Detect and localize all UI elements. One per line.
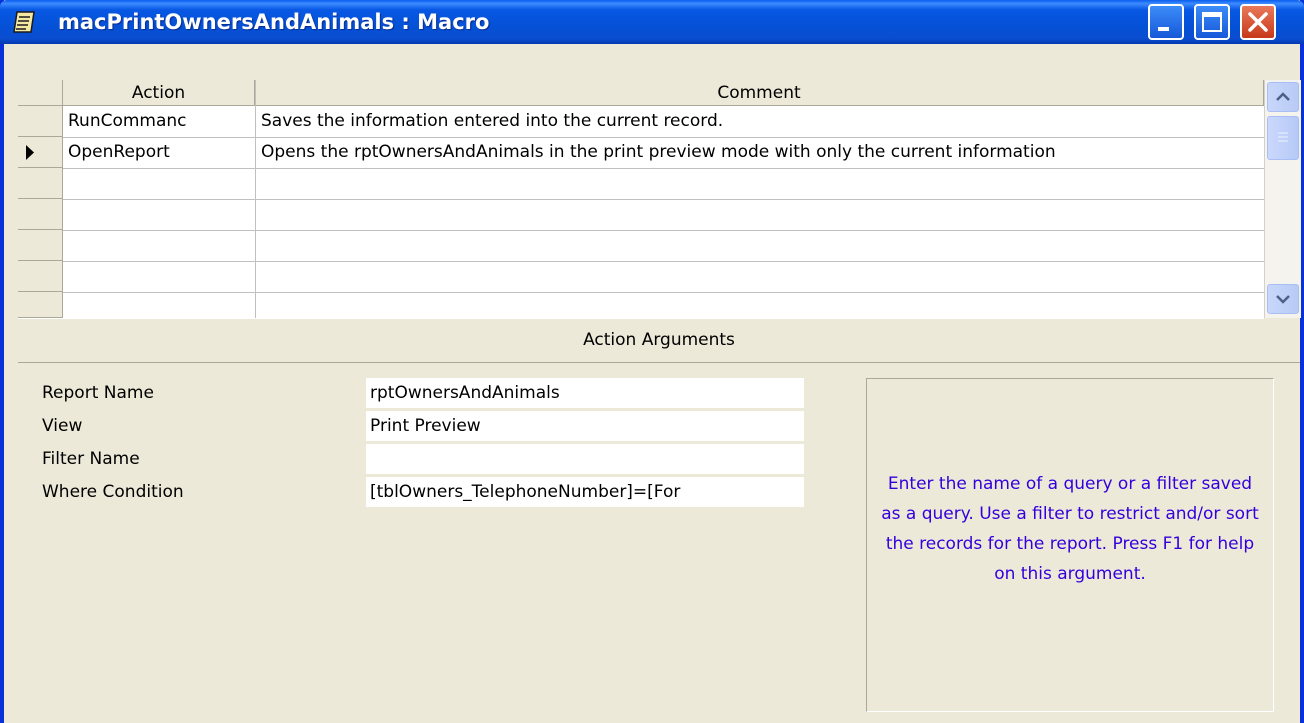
- view-field[interactable]: Print Preview: [366, 411, 804, 441]
- row-selector[interactable]: [18, 292, 63, 318]
- action-cell[interactable]: RunCommanc: [68, 106, 253, 137]
- close-button[interactable]: [1240, 4, 1276, 40]
- scroll-up-button[interactable]: [1267, 82, 1299, 112]
- grip-icon: [1278, 132, 1288, 142]
- where-condition-field[interactable]: [tblOwners_TelephoneNumber]=[For: [366, 477, 804, 507]
- row-selector-column: [18, 106, 63, 318]
- row-divider: [63, 168, 1264, 169]
- view-label: View: [42, 416, 83, 436]
- where-condition-label: Where Condition: [42, 482, 184, 502]
- report-name-label: Report Name: [42, 383, 154, 403]
- macro-scroll-icon: [12, 9, 38, 35]
- current-row-icon: [26, 145, 34, 160]
- minimize-button[interactable]: [1148, 4, 1184, 40]
- column-header-action[interactable]: Action: [63, 80, 255, 106]
- vertical-scrollbar[interactable]: [1264, 80, 1301, 318]
- row-divider: [63, 199, 1264, 200]
- grid-header: Action Comment: [18, 80, 1264, 106]
- row-divider: [63, 261, 1264, 262]
- chevron-down-icon: [1276, 295, 1290, 304]
- select-all-corner[interactable]: [18, 80, 63, 106]
- action-arguments-heading: Action Arguments: [583, 330, 735, 350]
- report-name-field[interactable]: rptOwnersAndAnimals: [366, 378, 804, 408]
- divider: [18, 362, 1300, 363]
- row-selector[interactable]: [18, 230, 63, 261]
- row-selector[interactable]: [18, 199, 63, 230]
- help-text: Enter the name of a query or a filter sa…: [881, 474, 1259, 584]
- column-header-comment[interactable]: Comment: [255, 80, 1264, 106]
- row-selector[interactable]: [18, 168, 63, 199]
- scroll-thumb[interactable]: [1267, 116, 1299, 160]
- maximize-button[interactable]: [1194, 4, 1230, 40]
- row-selector[interactable]: [18, 106, 63, 137]
- row-selector-current[interactable]: [18, 137, 63, 168]
- row-divider: [63, 230, 1264, 231]
- comment-cell[interactable]: Opens the rptOwnersAndAnimals in the pri…: [261, 137, 1261, 168]
- row-divider: [63, 292, 1264, 293]
- comment-cell[interactable]: Saves the information entered into the c…: [261, 106, 1261, 137]
- title-bar[interactable]: macPrintOwnersAndAnimals : Macro: [0, 0, 1304, 44]
- action-cell[interactable]: OpenReport: [68, 137, 253, 168]
- window-title: macPrintOwnersAndAnimals : Macro: [58, 10, 490, 34]
- chevron-up-icon: [1276, 92, 1290, 101]
- scroll-down-button[interactable]: [1267, 284, 1299, 314]
- row-selector[interactable]: [18, 261, 63, 292]
- help-panel: Enter the name of a query or a filter sa…: [866, 378, 1274, 712]
- filter-name-field[interactable]: [366, 444, 804, 474]
- filter-name-label: Filter Name: [42, 449, 140, 469]
